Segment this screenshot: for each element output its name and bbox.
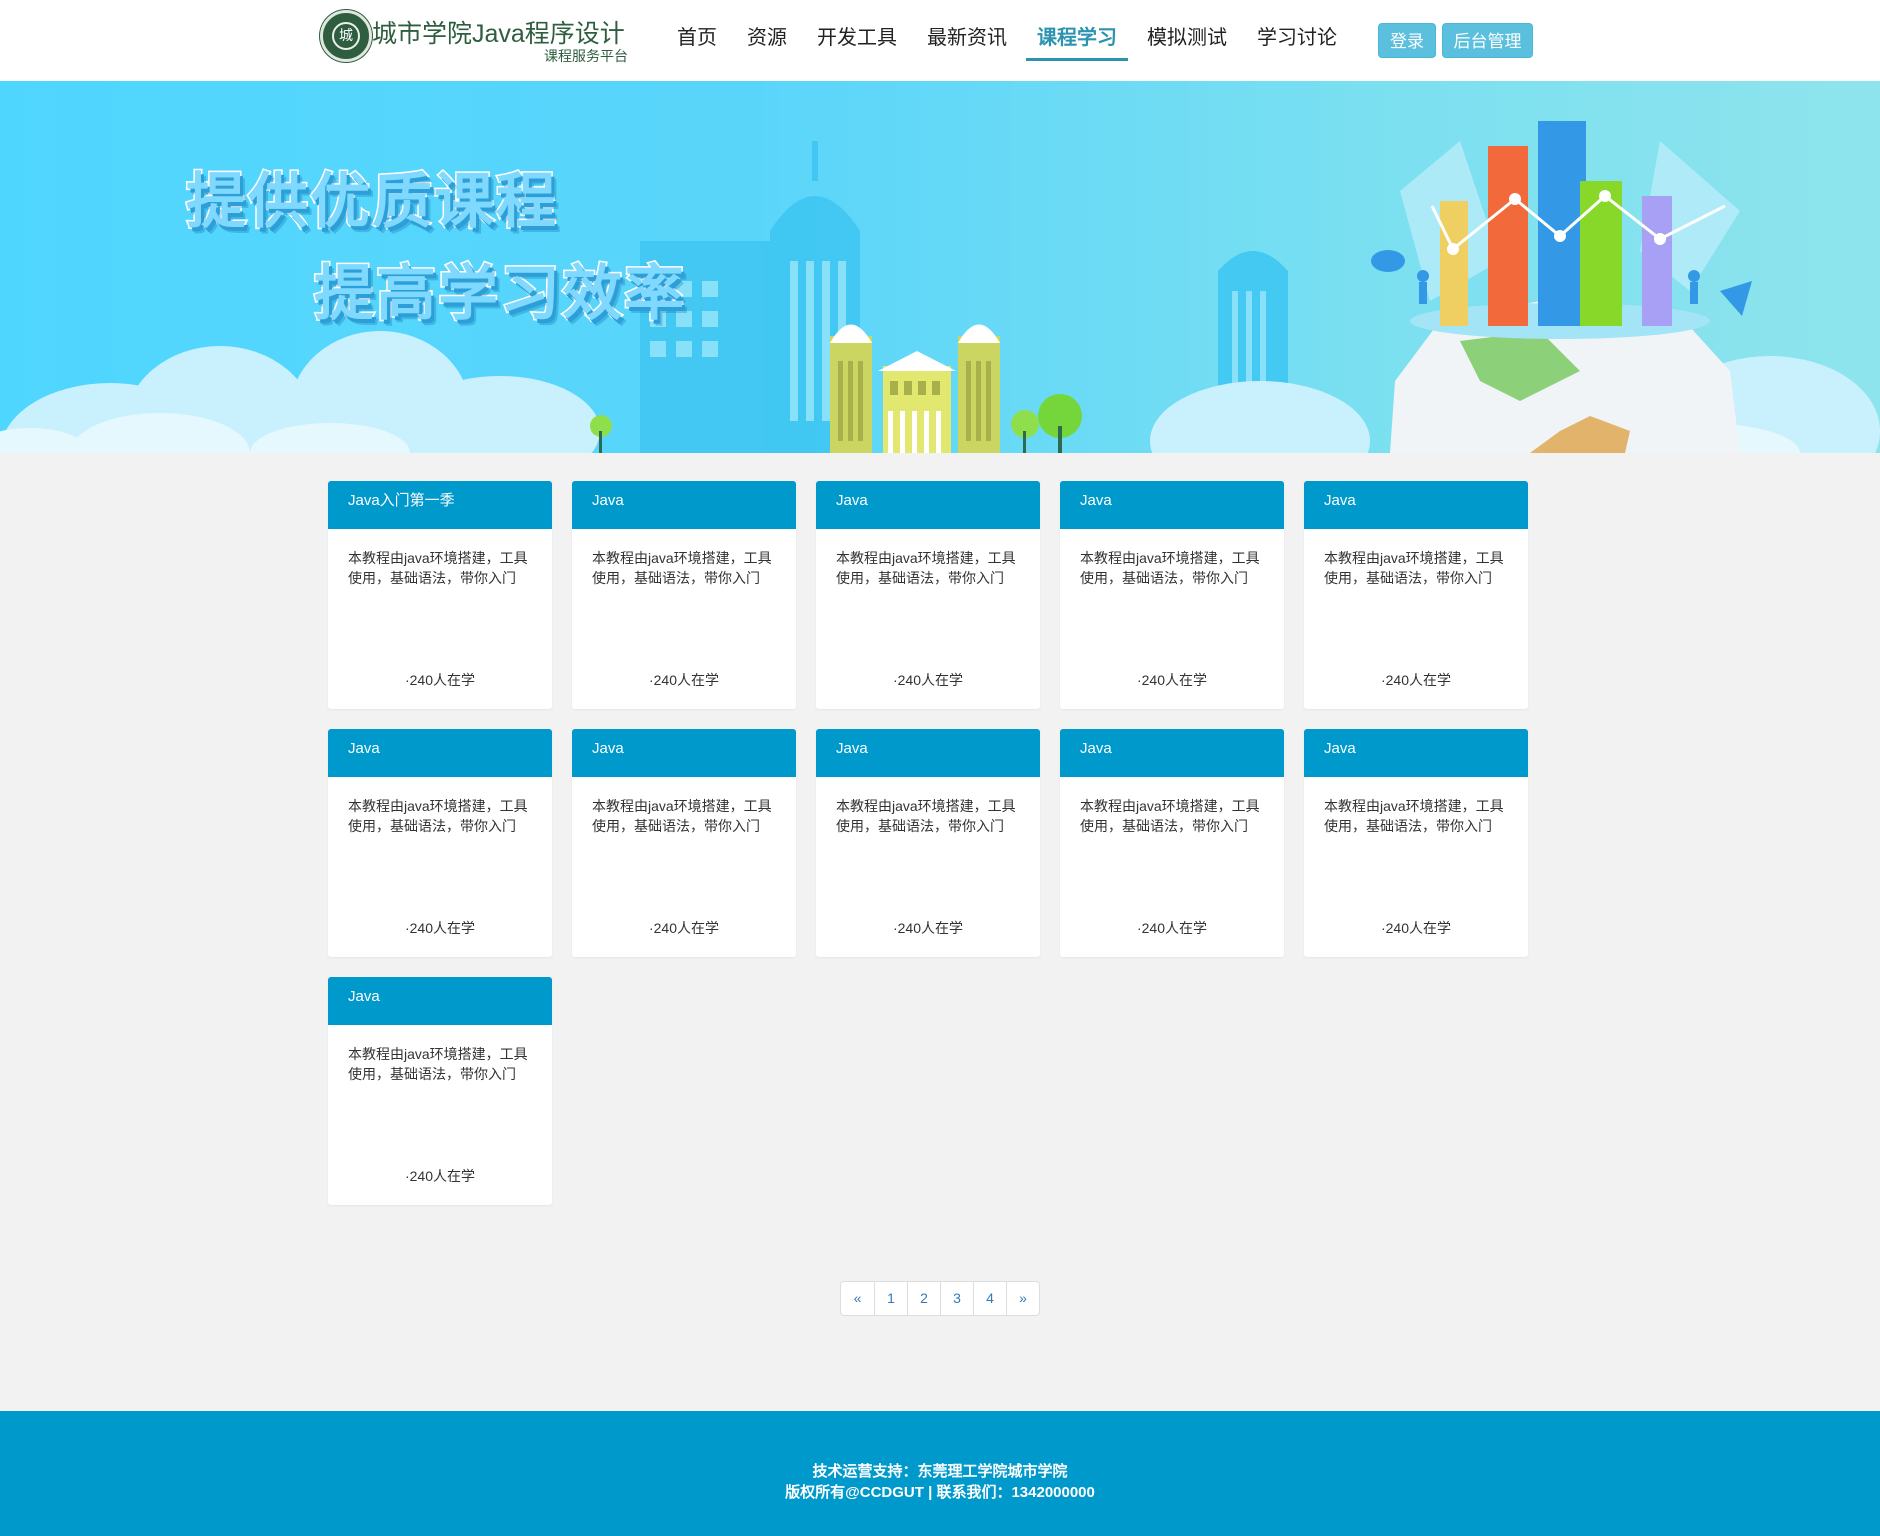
pagination-page-3[interactable]: 3 [940,1282,973,1315]
pagination-page-2[interactable]: 2 [907,1282,940,1315]
course-card-students: ·240人在学 [1380,672,1452,688]
course-card-title: Java [816,481,1040,529]
course-card[interactable]: Java 本教程由java环境搭建，工具使用，基础语法，带你入门 ·240人在学 [328,977,552,1205]
nav-item-discussion[interactable]: 学习讨论 [1246,0,1348,81]
course-card-title: Java [328,729,552,777]
course-card-description: 本教程由java环境搭建，工具使用，基础语法，带你入门 [348,798,528,834]
course-card[interactable]: Java 本教程由java环境搭建，工具使用，基础语法，带你入门 ·240人在学 [1304,481,1528,709]
course-card[interactable]: Java入门第一季 本教程由java环境搭建，工具使用，基础语法，带你入门 ·2… [328,481,552,709]
course-card-description: 本教程由java环境搭建，工具使用，基础语法，带你入门 [1080,798,1260,834]
course-card[interactable]: Java 本教程由java环境搭建，工具使用，基础语法，带你入门 ·240人在学 [572,481,796,709]
course-card-description: 本教程由java环境搭建，工具使用，基础语法，带你入门 [1324,550,1504,586]
course-card[interactable]: Java 本教程由java环境搭建，工具使用，基础语法，带你入门 ·240人在学 [328,729,552,957]
course-card-description: 本教程由java环境搭建，工具使用，基础语法，带你入门 [348,1046,528,1082]
main-nav: 首页 资源 开发工具 最新资讯 课程学习 模拟测试 学习讨论 [666,0,1356,81]
course-card[interactable]: Java 本教程由java环境搭建，工具使用，基础语法，带你入门 ·240人在学 [816,481,1040,709]
course-card[interactable]: Java 本教程由java环境搭建，工具使用，基础语法，带你入门 ·240人在学 [1060,481,1284,709]
course-card-title: Java [816,729,1040,777]
pagination-next[interactable]: » [1006,1282,1039,1315]
nav-item-home[interactable]: 首页 [666,0,728,81]
course-card-description: 本教程由java环境搭建，工具使用，基础语法，带你入门 [348,550,528,586]
course-card-students: ·240人在学 [892,920,964,936]
site-logo[interactable]: 城 城市学院Java程序设计 课程服务平台 [320,10,630,70]
login-button[interactable]: 登录 [1378,23,1436,58]
nav-item-dev-tools[interactable]: 开发工具 [806,0,908,81]
course-card-title: Java [572,481,796,529]
nav-item-resources[interactable]: 资源 [736,0,798,81]
pagination-prev[interactable]: « [841,1282,874,1315]
course-card-description: 本教程由java环境搭建，工具使用，基础语法，带你入门 [1080,550,1260,586]
course-card-students: ·240人在学 [1380,920,1452,936]
course-card-students: ·240人在学 [892,672,964,688]
course-card-title: Java [1304,729,1528,777]
course-card-description: 本教程由java环境搭建，工具使用，基础语法，带你入门 [836,798,1016,834]
course-card[interactable]: Java 本教程由java环境搭建，工具使用，基础语法，带你入门 ·240人在学 [1060,729,1284,957]
school-seal-icon: 城 [320,10,372,62]
nav-item-courses[interactable]: 课程学习 [1026,0,1128,81]
banner-illustration [0,121,1880,453]
course-card-title: Java [572,729,796,777]
admin-button[interactable]: 后台管理 [1442,23,1533,58]
course-card-description: 本教程由java环境搭建，工具使用，基础语法，带你入门 [592,550,772,586]
banner-slogan-2: 提高学习效率 [313,258,686,331]
footer-support: 技术运营支持：东莞理工学院城市学院 [812,1463,1068,1480]
course-card-title: Java [1060,481,1284,529]
nav-item-news[interactable]: 最新资讯 [916,0,1018,81]
course-card-description: 本教程由java环境搭建，工具使用，基础语法，带你入门 [836,550,1016,586]
seal-glyph: 城 [332,22,360,50]
course-card-students: ·240人在学 [648,920,720,936]
site-footer: 技术运营支持：东莞理工学院城市学院 版权所有@CCDGUT | 联系我们：134… [0,1411,1880,1536]
course-card-students: ·240人在学 [1136,920,1208,936]
course-card[interactable]: Java 本教程由java环境搭建，工具使用，基础语法，带你入门 ·240人在学 [572,729,796,957]
course-card-description: 本教程由java环境搭建，工具使用，基础语法，带你入门 [1324,798,1504,834]
course-card[interactable]: Java 本教程由java环境搭建，工具使用，基础语法，带你入门 ·240人在学 [1304,729,1528,957]
course-card-title: Java [1060,729,1284,777]
course-card-title: Java入门第一季 [328,481,552,529]
pagination: « 1 2 3 4 » [840,1281,1040,1316]
footer-copyright: 版权所有@CCDGUT | 联系我们：1342000000 [785,1484,1095,1501]
nav-item-mock-test[interactable]: 模拟测试 [1136,0,1238,81]
site-subtitle: 课程服务平台 [544,48,628,64]
course-card-students: ·240人在学 [648,672,720,688]
course-card-students: ·240人在学 [404,1168,476,1184]
site-header: 城 城市学院Java程序设计 课程服务平台 首页 资源 开发工具 最新资讯 课程… [0,0,1880,81]
pagination-page-4[interactable]: 4 [973,1282,1006,1315]
course-card-title: Java [1304,481,1528,529]
course-card[interactable]: Java 本教程由java环境搭建，工具使用，基础语法，带你入门 ·240人在学 [816,729,1040,957]
course-card-description: 本教程由java环境搭建，工具使用，基础语法，带你入门 [592,798,772,834]
hero-banner: 提供优质课程 提高学习效率 [0,81,1880,453]
course-card-students: ·240人在学 [404,672,476,688]
banner-slogan-1: 提供优质课程 [185,166,558,239]
pagination-page-1[interactable]: 1 [874,1282,907,1315]
site-title: 城市学院Java程序设计 [372,20,625,48]
course-card-students: ·240人在学 [1136,672,1208,688]
course-card-students: ·240人在学 [404,920,476,936]
course-card-title: Java [328,977,552,1025]
